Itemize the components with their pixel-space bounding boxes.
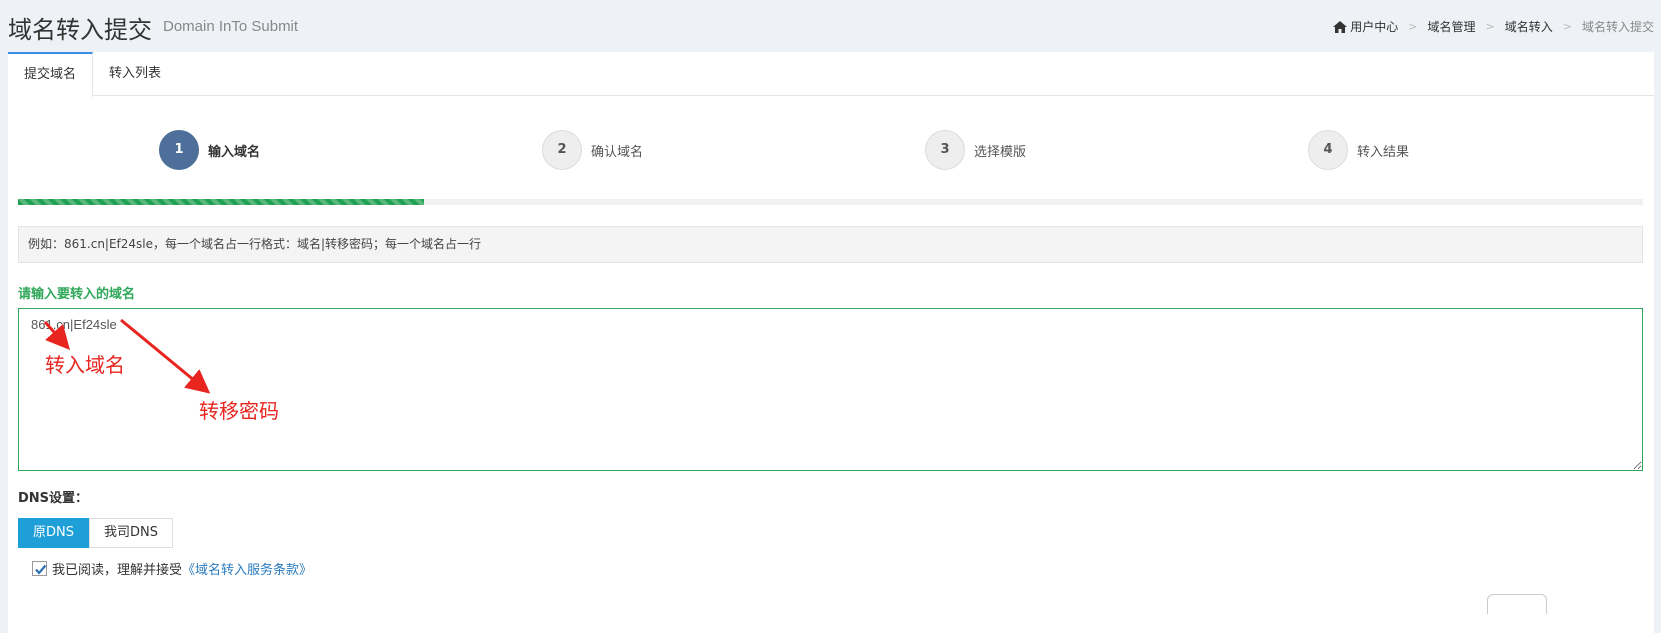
breadcrumb-user-center[interactable]: 用户中心 (1350, 18, 1398, 35)
progress-fill (18, 199, 425, 205)
step-number: 4 (1308, 130, 1348, 170)
step-2: 2 确认域名 (542, 130, 643, 170)
partial-submit-button[interactable] (1487, 594, 1547, 614)
breadcrumb-domain-management[interactable]: 域名管理 (1428, 18, 1476, 35)
breadcrumb-separator: > (1408, 20, 1418, 33)
check-icon (35, 564, 47, 575)
breadcrumb-separator: > (1485, 20, 1495, 33)
step-1: 1 输入域名 (159, 130, 260, 170)
step-number: 1 (159, 130, 199, 170)
tab-submit-domain[interactable]: 提交域名 (8, 52, 94, 97)
step-number: 2 (542, 130, 582, 170)
progress-bar (18, 199, 1643, 205)
dns-settings-label: DNS设置： (18, 491, 89, 506)
page-header: 域名转入提交 Domain InTo Submit 用户中心 > 域名管理 > … (8, 8, 1654, 48)
main-panel: 提交域名 转入列表 1 输入域名 2 确认域名 3 选择模版 4 转入结果 例如… (8, 52, 1654, 633)
step-label: 选择模版 (974, 144, 1027, 160)
terms-link[interactable]: 《域名转入服务条款》 (182, 559, 312, 578)
agreement-checkbox[interactable] (32, 561, 47, 576)
home-icon (1333, 20, 1348, 33)
step-4: 4 转入结果 (1308, 130, 1409, 170)
dns-our-button[interactable]: 我司DNS (89, 518, 173, 548)
step-label: 确认域名 (591, 144, 644, 160)
page-subtitle: Domain InTo Submit (163, 18, 299, 35)
step-label: 输入域名 (208, 144, 261, 160)
tab-transfer-list[interactable]: 转入列表 (93, 52, 177, 96)
step-3: 3 选择模版 (925, 130, 1026, 170)
domain-input-label: 请输入要转入的域名 (18, 287, 136, 302)
step-label: 转入结果 (1357, 144, 1410, 160)
agreement-row: 我已阅读，理解并接受 《域名转入服务条款》 (32, 559, 312, 578)
tab-bar: 提交域名 转入列表 (8, 52, 1654, 97)
dns-original-button[interactable]: 原DNS (18, 518, 89, 548)
step-number: 3 (925, 130, 965, 170)
breadcrumb: 用户中心 > 域名管理 > 域名转入 > 域名转入提交 (1333, 18, 1654, 35)
agreement-text: 我已阅读，理解并接受 (52, 563, 183, 578)
step-indicator: 1 输入域名 2 确认域名 3 选择模版 4 转入结果 (18, 130, 1644, 170)
page-title: 域名转入提交 (8, 16, 152, 44)
breadcrumb-domain-transfer[interactable]: 域名转入 (1505, 18, 1553, 35)
format-hint: 例如：861.cn|Ef24sle，每一个域名占一行格式：域名|转移密码；每一个… (18, 226, 1643, 263)
breadcrumb-separator: > (1562, 20, 1572, 33)
dns-option-group: 原DNS 我司DNS (18, 518, 173, 548)
breadcrumb-current: 域名转入提交 (1581, 20, 1654, 34)
domain-textarea[interactable] (18, 308, 1643, 471)
